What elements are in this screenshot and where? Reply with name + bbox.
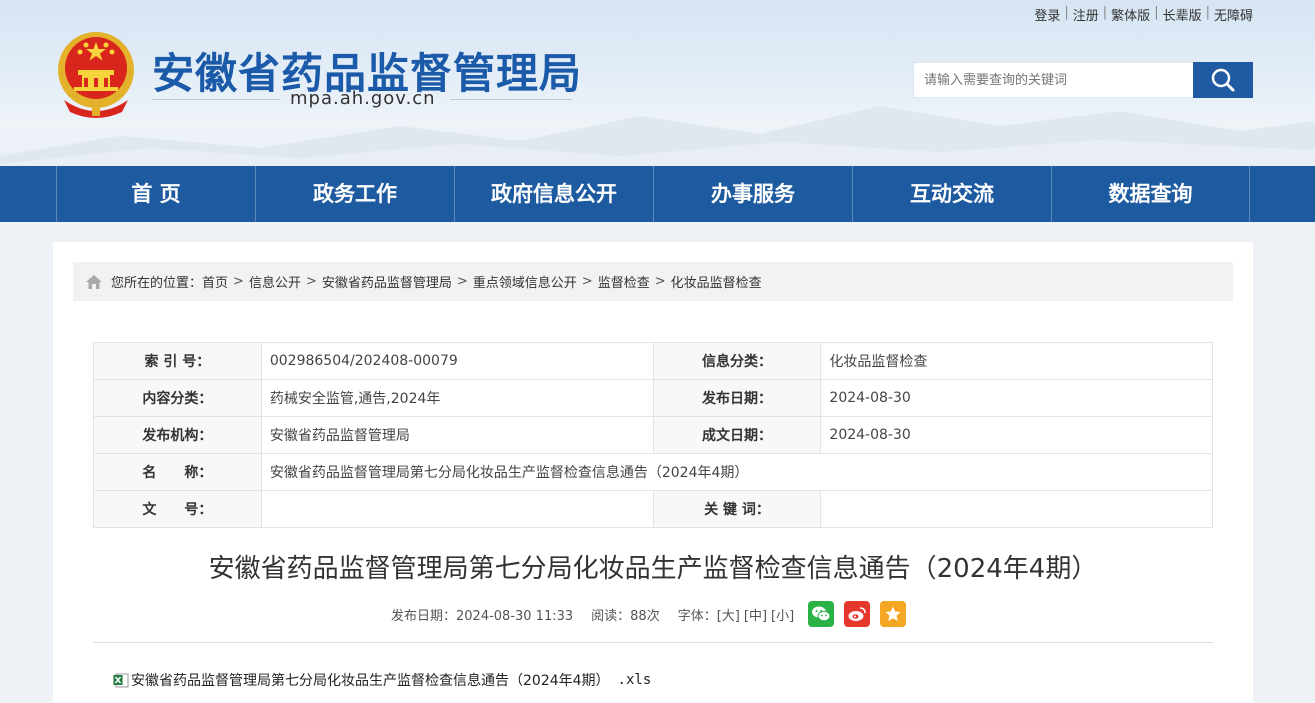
domain-line-right [450, 99, 572, 100]
table-row: 发布机构： 安徽省药品监督管理局 成文日期： 2024-08-30 [93, 416, 1213, 454]
weibo-icon [848, 607, 866, 621]
breadcrumb-item-bureau[interactable]: 安徽省药品监督管理局 [322, 272, 452, 291]
nav-data-query[interactable]: 数据查询 [1051, 166, 1250, 222]
breadcrumb: 您所在的位置： 首页 > 信息公开 > 安徽省药品监督管理局 > 重点领域信息公开 > … [73, 262, 1233, 301]
date-label: 成文日期： [652, 416, 822, 454]
elder-version-link[interactable]: 长辈版 [1163, 5, 1202, 24]
name-label: 名 称： [93, 453, 262, 491]
font-small-button[interactable]: [小] [771, 605, 794, 624]
main-content: 您所在的位置： 首页 > 信息公开 > 安徽省药品监督管理局 > 重点领域信息公开 > … [53, 242, 1253, 703]
divider [93, 642, 1213, 643]
nav-government-work[interactable]: 政务工作 [255, 166, 454, 222]
breadcrumb-item-info[interactable]: 信息公开 [249, 272, 301, 291]
traditional-chinese-link[interactable]: 繁体版 [1111, 5, 1150, 24]
name-value: 安徽省药品监督管理局第七分局化妆品生产监督检查信息通告（2024年4期） [260, 453, 1214, 491]
docno-value [260, 490, 654, 528]
article-info: 发布日期：2024-08-30 11:33 阅读：88次 字体： [大] [中]… [391, 600, 907, 628]
breadcrumb-item-inspection[interactable]: 监督检查 [598, 272, 650, 291]
index-label: 索 引 号： [93, 342, 262, 380]
home-icon [85, 274, 103, 290]
attachment-extension: .xls [617, 672, 652, 688]
content-label: 内容分类： [93, 379, 262, 417]
breadcrumb-prefix: 您所在的位置： [111, 276, 203, 291]
docno-label: 文 号： [93, 490, 262, 528]
site-header: 登录 | 注册 | 繁体版 | 长辈版 | 无障碍 安徽省药品监督管理局 mpa.ah.… [0, 0, 1315, 166]
register-link[interactable]: 注册 [1073, 5, 1099, 24]
wechat-icon [812, 606, 831, 622]
table-row: 名 称： 安徽省药品监督管理局第七分局化妆品生产监督检查信息通告（2024年4期… [93, 453, 1214, 491]
table-row: 索 引 号： 002986504/202408-00079 信息分类： 化妆品监… [93, 342, 1213, 380]
nav-home[interactable]: 首 页 [56, 166, 255, 222]
font-large-button[interactable]: [大] [717, 605, 740, 624]
category-value: 化妆品监督检查 [820, 342, 1213, 380]
search-box [913, 62, 1253, 98]
table-row: 文 号： 关 键 词： [93, 490, 1213, 528]
pubdate-label: 发布日期： [652, 379, 822, 417]
attachment-name: 安徽省药品监督管理局第七分局化妆品生产监督检查信息通告（2024年4期） [131, 673, 610, 689]
search-input[interactable] [913, 62, 1193, 98]
main-nav: 首 页 政务工作 政府信息公开 办事服务 互动交流 数据查询 [0, 166, 1315, 222]
site-domain: mpa.ah.gov.cn [290, 88, 436, 109]
attachment-link[interactable]: 安徽省药品监督管理局第七分局化妆品生产监督检查信息通告（2024年4期） .xl… [113, 670, 651, 690]
table-row: 内容分类： 药械安全监管,通告,2024年 发布日期： 2024-08-30 [93, 379, 1213, 417]
published-time: 发布日期：2024-08-30 11:33 [391, 608, 574, 624]
search-icon [1211, 68, 1235, 92]
breadcrumb-item-key-areas[interactable]: 重点领域信息公开 [473, 272, 577, 291]
article-title: 安徽省药品监督管理局第七分局化妆品生产监督检查信息通告（2024年4期） [208, 554, 1098, 584]
font-medium-button[interactable]: [中] [744, 605, 767, 624]
org-value: 安徽省药品监督管理局 [260, 416, 654, 454]
nav-interaction[interactable]: 互动交流 [852, 166, 1051, 222]
weibo-share-button[interactable] [844, 601, 871, 627]
domain-line-left [152, 99, 280, 100]
breadcrumb-item-home[interactable]: 首页 [202, 272, 228, 291]
wechat-share-button[interactable] [808, 601, 835, 627]
category-label: 信息分类： [652, 342, 822, 380]
keyword-label: 关 键 词： [652, 490, 822, 528]
pubdate-value: 2024-08-30 [820, 379, 1213, 417]
view-count: 阅读：88次 [591, 608, 660, 624]
org-label: 发布机构： [93, 416, 262, 454]
login-link[interactable]: 登录 [1034, 5, 1060, 24]
nav-services[interactable]: 办事服务 [653, 166, 852, 222]
favorite-button[interactable] [880, 601, 907, 627]
excel-file-icon [113, 673, 129, 688]
date-value: 2024-08-30 [820, 416, 1213, 454]
search-button[interactable] [1193, 62, 1253, 98]
nav-information-disclosure[interactable]: 政府信息公开 [454, 166, 653, 222]
favorite-icon [885, 606, 901, 621]
font-size-label: 字体： [677, 608, 717, 624]
breadcrumb-item-cosmetics[interactable]: 化妆品监督检查 [671, 272, 762, 291]
content-value: 药械安全监管,通告,2024年 [260, 379, 654, 417]
metadata-table: 索 引 号： 002986504/202408-00079 信息分类： 化妆品监… [93, 342, 1214, 528]
top-links: 登录 | 注册 | 繁体版 | 长辈版 | 无障碍 [1034, 5, 1253, 24]
index-value: 002986504/202408-00079 [260, 342, 654, 380]
keyword-value [820, 490, 1213, 528]
accessibility-link[interactable]: 无障碍 [1214, 5, 1253, 24]
emblem-icon [58, 32, 134, 118]
